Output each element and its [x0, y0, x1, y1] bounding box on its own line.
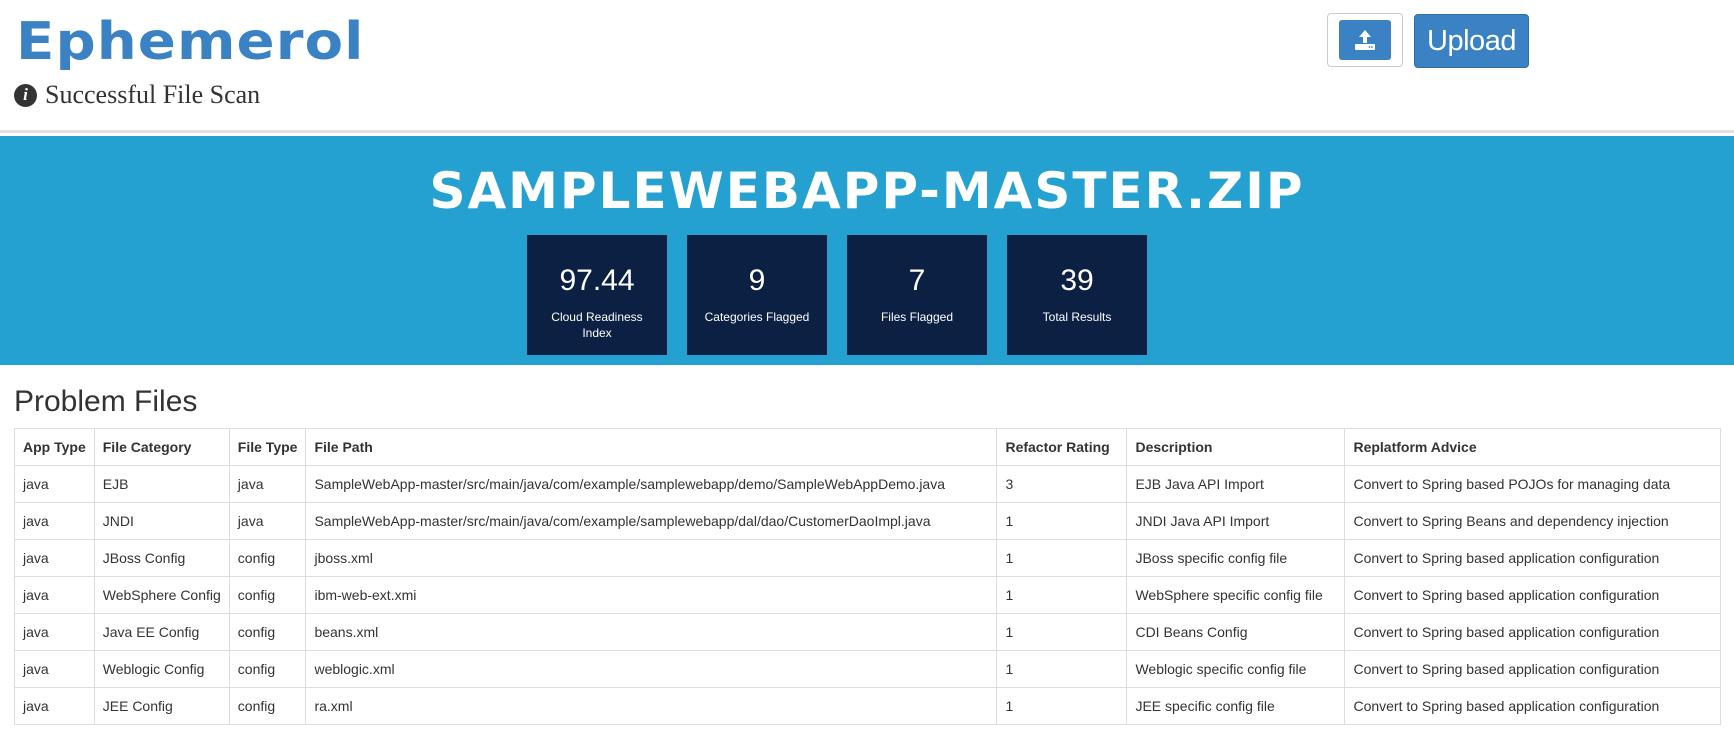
stat-label: Files Flagged: [880, 310, 954, 324]
cell-file-type: config: [228, 650, 307, 688]
stat-label: Cloud Readiness Index: [551, 310, 643, 340]
table-row: java JEE Config config ra.xml 1 JEE specific …: [14, 687, 1721, 725]
cell-file-path: beans.xml: [305, 613, 998, 651]
cell-description: WebSphere specific config file: [1126, 576, 1346, 614]
stat-value: 97.44: [559, 264, 635, 297]
stat-files-flagged: 7 Files Flagged: [847, 235, 987, 355]
stat-label: Categories Flagged: [704, 310, 810, 324]
column-header-replatform-advice: Replatform Advice: [1344, 428, 1721, 466]
table-body: java EJB java SampleWebApp-master/src/main/…: [14, 465, 1721, 725]
cell-description: JEE specific config file: [1126, 687, 1346, 725]
cell-app-type: java: [14, 576, 95, 614]
cell-replatform-advice: Convert to Spring based application conf…: [1344, 613, 1721, 651]
problem-files-table: App Type File Category File Type File Pa…: [14, 428, 1721, 725]
cell-refactor-rating: 1: [996, 576, 1128, 614]
cell-file-category: Weblogic Config: [93, 650, 230, 688]
header-divider: [0, 130, 1734, 133]
stat-categories-flagged: 9 Categories Flagged: [687, 235, 827, 355]
cell-file-category: Java EE Config: [93, 613, 230, 651]
table-row: java WebSphere Config config ibm-web-ext.xm…: [14, 576, 1721, 614]
scan-status-text: Successful File Scan: [45, 80, 261, 109]
cell-app-type: java: [14, 650, 95, 688]
info-circle-icon: i: [14, 83, 37, 107]
scanned-file-name: SAMPLEWEBAPP-MASTER.ZIP: [429, 162, 1305, 220]
cell-replatform-advice: Convert to Spring based application conf…: [1344, 539, 1721, 577]
stat-cloud-readiness: 97.44 Cloud Readiness Index: [527, 235, 667, 355]
cell-description: EJB Java API Import: [1126, 465, 1346, 503]
stat-total-results: 39 Total Results: [1007, 235, 1147, 355]
upload-button[interactable]: Upload: [1414, 14, 1529, 68]
cell-refactor-rating: 3: [996, 465, 1128, 503]
table-header-row: App Type File Category File Type File Pa…: [14, 428, 1721, 466]
column-header-app-type: App Type: [14, 428, 95, 466]
stat-value: 9: [748, 264, 766, 297]
table-row: java Java EE Config config beans.xml 1 CDI Be…: [14, 613, 1721, 651]
cell-file-type: java: [228, 465, 307, 503]
cell-file-type: config: [228, 613, 307, 651]
cell-replatform-advice: Convert to Spring Beans and dependency i…: [1344, 502, 1721, 540]
cell-file-path: SampleWebApp-master/src/main/java/com/ex…: [305, 502, 998, 540]
column-header-file-path: File Path: [305, 428, 998, 466]
cell-file-path: ra.xml: [305, 687, 998, 725]
cell-file-path: jboss.xml: [305, 539, 998, 577]
column-header-file-type: File Type: [228, 428, 307, 466]
section-title: Problem Files: [14, 385, 198, 418]
cell-refactor-rating: 1: [996, 502, 1128, 540]
cell-app-type: java: [14, 539, 95, 577]
column-header-description: Description: [1126, 428, 1346, 466]
cell-description: Weblogic specific config file: [1126, 650, 1346, 688]
cell-app-type: java: [14, 613, 95, 651]
app-header: Ephemerol i Successful File Scan Upload: [0, 0, 1734, 130]
cell-refactor-rating: 1: [996, 650, 1128, 688]
table-row: java JBoss Config config jboss.xml 1 JBoss sp…: [14, 539, 1721, 577]
cell-file-path: SampleWebApp-master/src/main/java/com/ex…: [305, 465, 998, 503]
cell-refactor-rating: 1: [996, 687, 1128, 725]
stat-label: Total Results: [1042, 310, 1112, 324]
table-row: java EJB java SampleWebApp-master/src/main/…: [14, 465, 1721, 503]
app-logo: Ephemerol: [16, 12, 365, 72]
cell-replatform-advice: Convert to Spring based application conf…: [1344, 650, 1721, 688]
upload-icon: [1339, 20, 1391, 60]
table-row: java Weblogic Config config weblogic.xml 1 We…: [14, 650, 1721, 688]
stats-row: 97.44 Cloud Readiness Index 9 Categories…: [527, 235, 1147, 355]
cell-description: CDI Beans Config: [1126, 613, 1346, 651]
column-header-file-category: File Category: [93, 428, 230, 466]
cell-replatform-advice: Convert to Spring based application conf…: [1344, 687, 1721, 725]
cell-file-path: ibm-web-ext.xmi: [305, 576, 998, 614]
table-row: java JNDI java SampleWebApp-master/src/main…: [14, 502, 1721, 540]
cell-file-path: weblogic.xml: [305, 650, 998, 688]
cell-replatform-advice: Convert to Spring based application conf…: [1344, 576, 1721, 614]
stat-value: 39: [1060, 264, 1094, 297]
column-header-refactor-rating: Refactor Rating: [996, 428, 1128, 466]
cell-file-category: JNDI: [93, 502, 230, 540]
cell-replatform-advice: Convert to Spring based POJOs for managi…: [1344, 465, 1721, 503]
scan-summary-banner: SAMPLEWEBAPP-MASTER.ZIP 97.44 Cloud Read…: [0, 136, 1734, 365]
cell-file-type: config: [228, 687, 307, 725]
cell-refactor-rating: 1: [996, 613, 1128, 651]
cell-file-type: config: [228, 576, 307, 614]
cell-description: JNDI Java API Import: [1126, 502, 1346, 540]
cell-app-type: java: [14, 687, 95, 725]
cell-app-type: java: [14, 465, 95, 503]
cell-app-type: java: [14, 502, 95, 540]
cell-file-category: WebSphere Config: [93, 576, 230, 614]
choose-file-button[interactable]: [1327, 13, 1403, 67]
cell-file-type: java: [228, 502, 307, 540]
stat-value: 7: [908, 264, 926, 297]
cell-file-category: JEE Config: [93, 687, 230, 725]
scan-status: i Successful File Scan: [14, 80, 260, 110]
cell-description: JBoss specific config file: [1126, 539, 1346, 577]
cell-refactor-rating: 1: [996, 539, 1128, 577]
problem-files-table-wrap: App Type File Category File Type File Pa…: [14, 428, 1721, 725]
cell-file-category: JBoss Config: [93, 539, 230, 577]
cell-file-type: config: [228, 539, 307, 577]
cell-file-category: EJB: [93, 465, 230, 503]
